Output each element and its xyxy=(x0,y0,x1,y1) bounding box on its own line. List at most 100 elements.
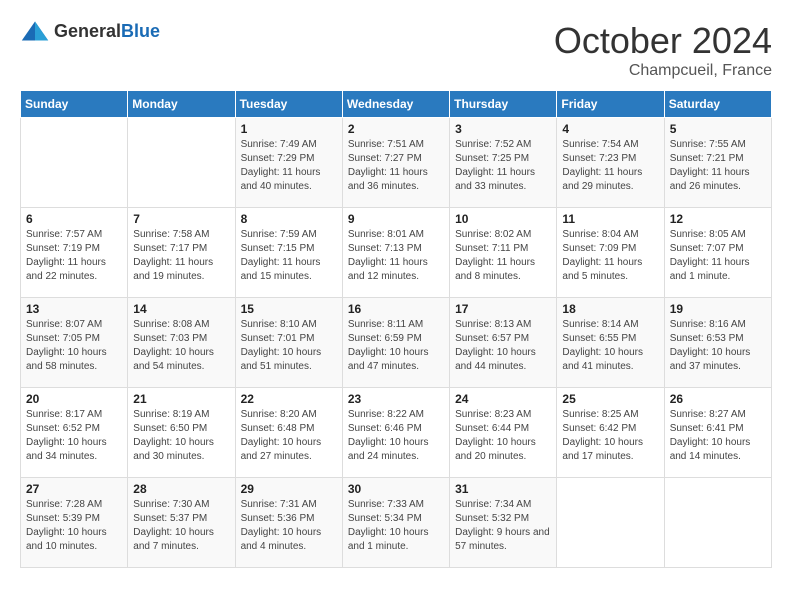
day-number: 22 xyxy=(241,392,337,406)
day-info: Sunrise: 8:20 AMSunset: 6:48 PMDaylight:… xyxy=(241,408,337,464)
week-row-1: 1 Sunrise: 7:49 AMSunset: 7:29 PMDaylight… xyxy=(21,118,772,208)
day-number: 12 xyxy=(670,212,766,226)
calendar-cell: 23Sunrise: 8:22 AMSunset: 6:46 PMDayligh… xyxy=(342,388,449,478)
day-number: 7 xyxy=(133,212,229,226)
calendar-cell: 4 Sunrise: 7:54 AMSunset: 7:23 PMDaylight… xyxy=(557,118,664,208)
col-sunday: Sunday xyxy=(21,91,128,118)
day-info: Sunrise: 8:05 AMSunset: 7:07 PMDaylight:… xyxy=(670,228,766,284)
col-thursday: Thursday xyxy=(450,91,557,118)
calendar-cell: 5 Sunrise: 7:55 AMSunset: 7:21 PMDaylight… xyxy=(664,118,771,208)
calendar-cell: 2Sunrise: 7:51 AMSunset: 7:27 PMDaylight… xyxy=(342,118,449,208)
calendar-cell: 8Sunrise: 7:59 AMSunset: 7:15 PMDaylight… xyxy=(235,208,342,298)
day-number: 1 xyxy=(241,122,337,136)
calendar-cell: 14 Sunrise: 8:08 AMSunset: 7:03 PMDayligh… xyxy=(128,298,235,388)
day-info: Sunrise: 8:25 AMSunset: 6:42 PMDaylight:… xyxy=(562,408,658,464)
calendar-cell: 31Sunrise: 7:34 AMSunset: 5:32 PMDayligh… xyxy=(450,478,557,568)
day-info: Sunrise: 7:58 AMSunset: 7:17 PMDaylight:… xyxy=(133,228,229,284)
day-info: Sunrise: 8:07 AMSunset: 7:05 PMDaylight:… xyxy=(26,318,122,374)
day-info: Sunrise: 7:34 AMSunset: 5:32 PMDaylight:… xyxy=(455,498,551,554)
day-number: 16 xyxy=(348,302,444,316)
day-number: 17 xyxy=(455,302,551,316)
day-number: 9 xyxy=(348,212,444,226)
day-info: Sunrise: 7:28 AMSunset: 5:39 PMDaylight:… xyxy=(26,498,122,554)
day-info: Sunrise: 7:59 AMSunset: 7:15 PMDaylight:… xyxy=(241,228,337,284)
week-row-5: 27 Sunrise: 7:28 AMSunset: 5:39 PMDayligh… xyxy=(21,478,772,568)
day-info: Sunrise: 7:49 AMSunset: 7:29 PMDaylight:… xyxy=(241,138,337,194)
day-number: 30 xyxy=(348,482,444,496)
location-subtitle: Champcueil, France xyxy=(554,62,772,80)
week-row-2: 6Sunrise: 7:57 AMSunset: 7:19 PMDaylight… xyxy=(21,208,772,298)
col-saturday: Saturday xyxy=(664,91,771,118)
col-monday: Monday xyxy=(128,91,235,118)
calendar-cell: 6Sunrise: 7:57 AMSunset: 7:19 PMDaylight… xyxy=(21,208,128,298)
day-number: 20 xyxy=(26,392,122,406)
day-info: Sunrise: 8:02 AMSunset: 7:11 PMDaylight:… xyxy=(455,228,551,284)
day-info: Sunrise: 7:54 AMSunset: 7:23 PMDaylight:… xyxy=(562,138,658,194)
calendar-cell: 26Sunrise: 8:27 AMSunset: 6:41 PMDayligh… xyxy=(664,388,771,478)
day-number: 11 xyxy=(562,212,658,226)
day-info: Sunrise: 8:16 AMSunset: 6:53 PMDaylight:… xyxy=(670,318,766,374)
day-info: Sunrise: 8:10 AMSunset: 7:01 PMDaylight:… xyxy=(241,318,337,374)
day-info: Sunrise: 7:33 AMSunset: 5:34 PMDaylight:… xyxy=(348,498,444,554)
calendar-cell xyxy=(557,478,664,568)
day-info: Sunrise: 8:08 AMSunset: 7:03 PMDaylight:… xyxy=(133,318,229,374)
day-info: Sunrise: 7:30 AMSunset: 5:37 PMDaylight:… xyxy=(133,498,229,554)
day-info: Sunrise: 8:17 AMSunset: 6:52 PMDaylight:… xyxy=(26,408,122,464)
day-info: Sunrise: 8:04 AMSunset: 7:09 PMDaylight:… xyxy=(562,228,658,284)
day-info: Sunrise: 7:52 AMSunset: 7:25 PMDaylight:… xyxy=(455,138,551,194)
day-number: 19 xyxy=(670,302,766,316)
day-number: 24 xyxy=(455,392,551,406)
day-number: 29 xyxy=(241,482,337,496)
col-tuesday: Tuesday xyxy=(235,91,342,118)
day-info: Sunrise: 8:13 AMSunset: 6:57 PMDaylight:… xyxy=(455,318,551,374)
calendar-cell xyxy=(21,118,128,208)
calendar-cell: 27 Sunrise: 7:28 AMSunset: 5:39 PMDayligh… xyxy=(21,478,128,568)
calendar-cell: 7 Sunrise: 7:58 AMSunset: 7:17 PMDaylight… xyxy=(128,208,235,298)
calendar-cell: 29 Sunrise: 7:31 AMSunset: 5:36 PMDayligh… xyxy=(235,478,342,568)
calendar-cell: 9Sunrise: 8:01 AMSunset: 7:13 PMDaylight… xyxy=(342,208,449,298)
day-info: Sunrise: 7:51 AMSunset: 7:27 PMDaylight:… xyxy=(348,138,444,194)
calendar-cell: 20 Sunrise: 8:17 AMSunset: 6:52 PMDayligh… xyxy=(21,388,128,478)
day-number: 6 xyxy=(26,212,122,226)
day-number: 14 xyxy=(133,302,229,316)
day-info: Sunrise: 8:19 AMSunset: 6:50 PMDaylight:… xyxy=(133,408,229,464)
week-row-4: 20 Sunrise: 8:17 AMSunset: 6:52 PMDayligh… xyxy=(21,388,772,478)
calendar-cell: 16 Sunrise: 8:11 AMSunset: 6:59 PMDayligh… xyxy=(342,298,449,388)
day-number: 27 xyxy=(26,482,122,496)
calendar-cell: 30 Sunrise: 7:33 AMSunset: 5:34 PMDayligh… xyxy=(342,478,449,568)
day-info: Sunrise: 8:14 AMSunset: 6:55 PMDaylight:… xyxy=(562,318,658,374)
calendar-cell: 11 Sunrise: 8:04 AMSunset: 7:09 PMDayligh… xyxy=(557,208,664,298)
calendar-cell: 10 Sunrise: 8:02 AMSunset: 7:11 PMDayligh… xyxy=(450,208,557,298)
day-number: 5 xyxy=(670,122,766,136)
calendar-table: Sunday Monday Tuesday Wednesday Thursday… xyxy=(20,90,772,568)
day-number: 18 xyxy=(562,302,658,316)
calendar-cell: 1 Sunrise: 7:49 AMSunset: 7:29 PMDaylight… xyxy=(235,118,342,208)
calendar-cell: 22 Sunrise: 8:20 AMSunset: 6:48 PMDayligh… xyxy=(235,388,342,478)
col-wednesday: Wednesday xyxy=(342,91,449,118)
day-number: 23 xyxy=(348,392,444,406)
logo-general: General xyxy=(54,21,121,41)
page-header: GeneralBlue October 2024 Champcueil, Fra… xyxy=(20,20,772,80)
calendar-cell: 25Sunrise: 8:25 AMSunset: 6:42 PMDayligh… xyxy=(557,388,664,478)
logo: GeneralBlue xyxy=(20,20,160,42)
calendar-cell: 24 Sunrise: 8:23 AMSunset: 6:44 PMDayligh… xyxy=(450,388,557,478)
calendar-cell: 17 Sunrise: 8:13 AMSunset: 6:57 PMDayligh… xyxy=(450,298,557,388)
month-title: October 2024 xyxy=(554,20,772,62)
day-info: Sunrise: 7:55 AMSunset: 7:21 PMDaylight:… xyxy=(670,138,766,194)
day-number: 21 xyxy=(133,392,229,406)
day-number: 10 xyxy=(455,212,551,226)
day-info: Sunrise: 8:11 AMSunset: 6:59 PMDaylight:… xyxy=(348,318,444,374)
day-number: 4 xyxy=(562,122,658,136)
day-info: Sunrise: 7:31 AMSunset: 5:36 PMDaylight:… xyxy=(241,498,337,554)
day-info: Sunrise: 8:23 AMSunset: 6:44 PMDaylight:… xyxy=(455,408,551,464)
calendar-cell: 15Sunrise: 8:10 AMSunset: 7:01 PMDayligh… xyxy=(235,298,342,388)
calendar-cell: 18 Sunrise: 8:14 AMSunset: 6:55 PMDayligh… xyxy=(557,298,664,388)
calendar-cell: 28 Sunrise: 7:30 AMSunset: 5:37 PMDayligh… xyxy=(128,478,235,568)
week-row-3: 13Sunrise: 8:07 AMSunset: 7:05 PMDayligh… xyxy=(21,298,772,388)
calendar-cell: 3Sunrise: 7:52 AMSunset: 7:25 PMDaylight… xyxy=(450,118,557,208)
day-number: 28 xyxy=(133,482,229,496)
calendar-cell: 21 Sunrise: 8:19 AMSunset: 6:50 PMDayligh… xyxy=(128,388,235,478)
calendar-cell: 19 Sunrise: 8:16 AMSunset: 6:53 PMDayligh… xyxy=(664,298,771,388)
day-info: Sunrise: 8:27 AMSunset: 6:41 PMDaylight:… xyxy=(670,408,766,464)
calendar-cell: 13Sunrise: 8:07 AMSunset: 7:05 PMDayligh… xyxy=(21,298,128,388)
